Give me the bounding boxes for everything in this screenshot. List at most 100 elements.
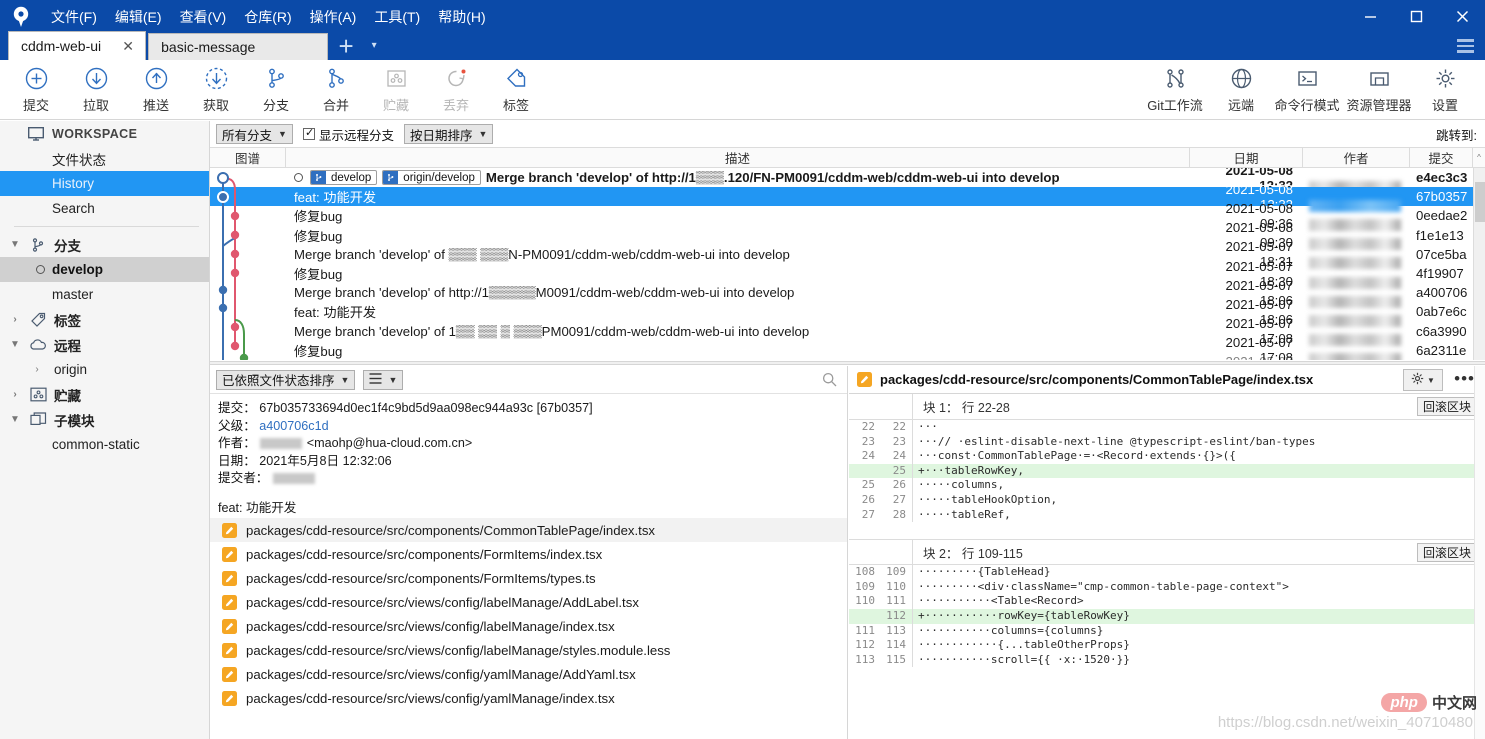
scrollbar-thumb[interactable] [1475,182,1485,222]
sidebar-branch-master[interactable]: master [0,282,209,307]
close-button[interactable] [1439,0,1485,32]
toolbar-terminal-button[interactable]: 命令行模式 [1271,60,1343,119]
toolbar-pull-button[interactable]: 拉取 [66,60,126,119]
diff-line: 112114············{...tableOtherProps} [849,638,1485,653]
commit-message: 修复bug [294,206,342,225]
sidebar-submodule-common-static[interactable]: common-static [0,432,209,457]
show-remote-branches-checkbox[interactable]: 显示远程分支 [303,125,394,144]
toolbar-push-button[interactable]: 推送 [126,60,186,119]
file-list-item[interactable]: packages/cdd-resource/src/views/config/l… [210,590,847,614]
file-sort-dropdown[interactable]: 已依照文件状态排序 ▼ [216,370,355,390]
parent-commit-link[interactable]: a400706c1d [259,419,328,433]
toolbar-settings-button[interactable]: 设置 [1415,60,1475,119]
menu-actions[interactable]: 操作(A) [301,5,366,29]
branch-badge-develop[interactable]: develop [310,170,377,185]
diff-line: 108109·········{TableHead} [849,565,1485,580]
column-header-graph[interactable]: 图谱 [210,148,286,167]
column-header-description[interactable]: 描述 [286,148,1190,167]
sidebar-item-search[interactable]: Search [0,196,209,221]
file-list-item[interactable]: packages/cdd-resource/src/components/For… [210,566,847,590]
more-dots-icon[interactable]: ••• [1454,370,1475,388]
chevron-down-icon[interactable]: ▼ [8,414,22,425]
tab-list-chevron-down-icon[interactable]: ▾ [362,31,386,60]
tab-cddm-web-ui[interactable]: cddm-web-ui ✕ [8,31,146,60]
search-icon[interactable] [822,372,837,390]
column-header-commit[interactable]: 提交 [1410,148,1473,167]
submodule-icon [28,412,48,427]
menu-file[interactable]: 文件(F) [42,5,106,29]
toolbar-tag-button[interactable]: 标签 [486,60,546,119]
gitflow-icon [1163,66,1188,92]
diff-line: 2222··· [849,420,1485,435]
toolbar-remote-button[interactable]: 远端 [1211,60,1271,119]
menu-tools[interactable]: 工具(T) [365,5,429,29]
sidebar-item-history[interactable]: History [0,171,209,196]
commit-hash: e4ec3c3 [1410,170,1473,185]
chevron-right-icon[interactable]: › [8,314,22,325]
meta-key: 提交： [218,401,256,415]
diff-scrollbar[interactable] [1474,366,1485,739]
file-list-item[interactable]: packages/cdd-resource/src/views/config/y… [210,662,847,686]
sidebar-branch-develop[interactable]: develop [0,257,209,282]
sort-order-dropdown[interactable]: 按日期排序 ▼ [404,124,493,144]
commit-description: Merge branch 'develop' of ▒▒▒ ▒▒▒N-PM009… [286,247,1190,262]
sidebar-group-stashes[interactable]: › 贮藏 [0,382,209,407]
chevron-right-icon[interactable]: › [30,364,44,375]
title-bar: 文件(F) 编辑(E) 查看(V) 仓库(R) 操作(A) 工具(T) 帮助(H… [0,0,1485,60]
menu-edit[interactable]: 编辑(E) [106,5,171,29]
toolbar-gitflow-button[interactable]: Git工作流 [1139,60,1211,119]
horizontal-splitter[interactable] [210,361,1485,365]
file-list-item[interactable]: packages/cdd-resource/src/views/config/l… [210,638,847,662]
new-tab-button[interactable]: + [330,31,362,60]
sidebar-group-tags[interactable]: › 标签 [0,307,209,332]
diff-line: 2526·····columns, [849,478,1485,493]
file-list-item[interactable]: packages/cdd-resource/src/components/Com… [210,518,847,542]
column-header-author[interactable]: 作者 [1303,148,1410,167]
file-list-item[interactable]: packages/cdd-resource/src/views/config/y… [210,686,847,710]
menu-help[interactable]: 帮助(H) [429,5,494,29]
file-list-item[interactable]: packages/cdd-resource/src/components/For… [210,542,847,566]
file-list-item[interactable]: packages/cdd-resource/src/views/config/l… [210,614,847,638]
tab-basic-message[interactable]: basic-message [148,33,328,60]
tab-close-icon[interactable]: ✕ [119,38,137,55]
chevron-down-icon[interactable]: ▼ [8,339,22,350]
sidebar-remote-origin[interactable]: › origin [0,357,209,382]
toolbar-stash-button[interactable]: 贮藏 [366,60,426,119]
commit-hash: c6a3990 [1410,324,1473,339]
menu-repository[interactable]: 仓库(R) [235,5,300,29]
old-line-number: 23 [849,435,879,450]
toolbar-branch-button[interactable]: 分支 [246,60,306,119]
sidebar-group-branches[interactable]: ▼ 分支 [0,232,209,257]
branch-badge-label: origin/develop [398,172,480,184]
column-header-date[interactable]: 日期 [1190,148,1303,167]
view-mode-dropdown[interactable]: ▼ [363,370,403,390]
minimize-button[interactable] [1347,0,1393,32]
commit-list-body: develop origin/develop Merge branch 'dev… [210,168,1485,360]
maximize-button[interactable] [1393,0,1439,32]
menu-view[interactable]: 查看(V) [171,5,236,29]
toolbar-commit-button[interactable]: 提交 [6,60,66,119]
old-line-number: 111 [849,624,879,639]
rollback-hunk-button[interactable]: 回滚区块 [1417,543,1477,562]
app-menu-icon[interactable] [1451,36,1479,56]
old-line-number: 26 [849,493,879,508]
sidebar-group-submodules[interactable]: ▼ 子模块 [0,407,209,432]
branch-filter-dropdown[interactable]: 所有分支 ▼ [216,124,293,144]
branch-badge-origin-develop[interactable]: origin/develop [382,170,481,185]
old-line-number: 24 [849,449,879,464]
sidebar-item-file-status[interactable]: 文件状态 [0,146,209,171]
toolbar-discard-button[interactable]: 丢弃 [426,60,486,119]
toolbar-merge-button[interactable]: 合并 [306,60,366,119]
commit-description: 修复bug [286,341,1190,360]
toolbar-explorer-button[interactable]: 资源管理器 [1343,60,1415,119]
toolbar-fetch-button[interactable]: 获取 [186,60,246,119]
old-line-number: 22 [849,420,879,435]
diff-settings-button[interactable]: ▼ [1403,369,1443,391]
sidebar-group-remotes[interactable]: ▼ 远程 [0,332,209,357]
jump-to-label: 跳转到: [1436,125,1477,144]
site-name: 中文网 [1432,692,1477,713]
chevron-right-icon[interactable]: › [8,389,22,400]
rollback-hunk-button[interactable]: 回滚区块 [1417,397,1477,416]
chevron-down-icon[interactable]: ▼ [8,239,22,250]
commit-list-scrollbar[interactable] [1473,168,1485,360]
